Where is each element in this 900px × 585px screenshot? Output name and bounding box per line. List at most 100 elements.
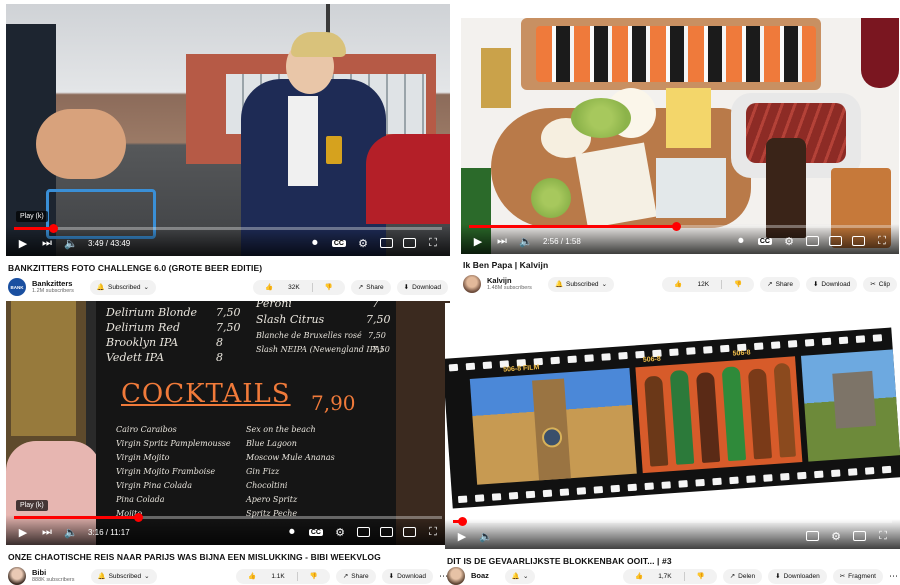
settings-gear-icon[interactable]: ⚙ [782,234,796,248]
like-button[interactable]: 👍 1,7K [623,572,683,581]
film-strip: 506-8 FILM 506-8 506-8 [445,327,900,509]
like-dislike-button[interactable]: 👍 1,7K 👎 [623,568,717,584]
play-icon[interactable]: ▶ [471,234,485,248]
volume-icon[interactable]: 🔈 [479,529,493,543]
autoplay-toggle-icon[interactable]: ⏺ [734,234,748,248]
progress-bar[interactable] [453,517,892,526]
progress-bar[interactable] [469,222,891,231]
captions-icon[interactable]: CC [757,237,772,245]
miniplayer-icon[interactable] [853,531,866,541]
video-player[interactable]: Play (k) ▶ ⏭ 🔈 3:49 / 43:49 ⏺ CC ⚙ ⛶ [6,4,450,256]
captions-icon[interactable]: CC [331,239,346,247]
dislike-button[interactable]: 👎 [685,572,717,580]
next-icon[interactable]: ⏭ [495,234,509,248]
like-button[interactable]: 👍 1.1K [236,572,296,581]
miniplayer-icon[interactable] [806,236,819,246]
share-label: Share [351,572,369,580]
cast-icon[interactable] [852,236,865,246]
download-button[interactable]: ⬇ Download [805,276,858,292]
more-options-icon[interactable]: ⋯ [889,571,898,582]
share-label: Delen [738,572,756,580]
video-player[interactable]: Delirium Blonde 7,50 Delirium Red 7,50 B… [6,301,450,545]
beer-glass [481,48,511,108]
fullscreen-icon[interactable]: ⛶ [876,529,890,543]
like-dislike-button[interactable]: 👍 12K 👎 [662,276,755,292]
beer-can [326,136,342,164]
like-button[interactable]: 👍 32K [253,283,312,292]
dislike-button[interactable]: 👎 [313,283,345,291]
theater-mode-icon[interactable] [380,527,393,537]
video-player[interactable]: 506-8 FILM 506-8 506-8 ▶ 🔈 ⚙ ⛶ [445,303,900,549]
volume-icon[interactable]: 🔈 [519,234,533,248]
like-button[interactable]: 👍 12K [662,280,721,289]
volume-icon[interactable]: 🔈 [64,525,78,539]
download-label: Download [821,280,851,288]
like-dislike-button[interactable]: 👍 32K 👎 [253,279,345,295]
channel-avatar[interactable] [447,567,465,585]
progress-bar[interactable] [14,224,442,233]
clip-button[interactable]: ✂ Fragment [832,568,883,584]
film-frame-beers [635,356,803,474]
theater-mode-icon[interactable] [829,236,842,246]
autoplay-toggle-icon[interactable]: ⏺ [308,236,322,250]
video-frame: 506-8 FILM 506-8 506-8 [445,303,900,549]
settings-gear-icon[interactable]: ⚙ [333,525,347,539]
settings-gear-icon[interactable]: ⚙ [356,236,370,250]
fullscreen-icon[interactable]: ⛶ [426,236,440,250]
beer-price: 7,50 [372,345,390,354]
channel-name[interactable]: Kalvijn [487,276,532,285]
share-button[interactable]: ↗ Share [350,279,391,295]
next-icon[interactable]: ⏭ [40,525,54,539]
next-icon[interactable]: ⏭ [40,236,54,250]
video-title: Ik Ben Papa | Kalvijn [463,260,549,270]
film-label: 506-8 [642,355,662,364]
scrubber-handle[interactable] [671,222,681,231]
subscribed-button[interactable]: 🔔 Subscribed ⌄ [547,276,615,292]
miniplayer-icon[interactable] [357,527,370,537]
download-button[interactable]: ⬇ Download [396,279,448,295]
share-button[interactable]: ↗ Share [335,568,376,584]
like-count: 32K [288,283,300,291]
miniplayer-icon[interactable] [380,238,393,248]
like-dislike-button[interactable]: 👍 1.1K 👎 [236,568,330,584]
captions-icon[interactable]: CC [308,528,323,536]
dislike-button[interactable]: 👎 [722,280,754,288]
channel-avatar[interactable]: BANK [8,278,26,296]
cast-icon[interactable] [403,527,416,537]
theater-mode-icon[interactable] [403,238,416,248]
video-player[interactable]: ▶ ⏭ 🔈 2:56 / 1:58 ⏺ CC ⚙ ⛶ [461,18,899,254]
autoplay-toggle-icon[interactable]: ⏺ [285,525,299,539]
blue-cheese [656,158,726,218]
play-icon[interactable]: ▶ [455,529,469,543]
progress-bar[interactable] [14,513,442,522]
play-icon[interactable]: ▶ [16,236,30,250]
cocktail-item: Gin Fizz [246,467,280,476]
download-button[interactable]: ⬇ Download [381,568,433,584]
channel-avatar[interactable] [463,275,481,293]
clip-button[interactable]: ✂ Clip [863,276,897,292]
video-title: BANKZITTERS FOTO CHALLENGE 6.0 (GROTE BE… [8,263,263,273]
channel-name[interactable]: Bibi [32,568,75,577]
play-icon[interactable]: ▶ [16,525,30,539]
channel-name[interactable]: Bankzitters [32,279,74,288]
scrubber-handle[interactable] [48,224,58,233]
channel-name[interactable]: Boaz [471,571,489,580]
progress-played [14,227,53,230]
fullscreen-icon[interactable]: ⛶ [875,234,889,248]
download-icon: ⬇ [388,573,395,580]
subscribed-button[interactable]: 🔔 Subscribed ⌄ [90,568,157,584]
download-button[interactable]: ⬇ Downloaden [768,568,827,584]
dislike-button[interactable]: 👎 [298,572,330,580]
subscribed-button[interactable]: 🔔 ⌄ [504,568,536,584]
share-button[interactable]: ↗ Share [760,276,800,292]
settings-gear-icon[interactable]: ⚙ [829,529,843,543]
subscribed-button[interactable]: 🔔 Subscribed ⌄ [89,279,156,295]
captions-icon[interactable] [806,531,819,541]
fullscreen-icon[interactable]: ⛶ [426,525,440,539]
scrubber-handle[interactable] [457,517,467,526]
channel-avatar[interactable] [8,567,26,585]
share-button[interactable]: ↗ Delen [722,568,763,584]
volume-icon[interactable]: 🔈 [64,236,78,250]
cocktail-item: Apero Spritz [246,495,298,504]
subscribed-label: Subscribed [566,280,599,288]
